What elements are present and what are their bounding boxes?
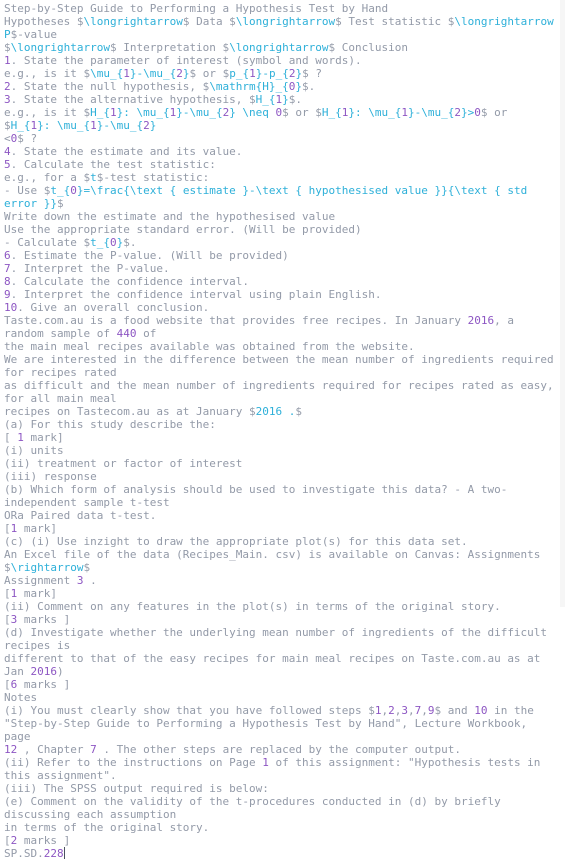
text-cursor [64, 847, 65, 859]
text-line: different to that of the easy recipes fo… [4, 652, 556, 678]
text-line: 6. Estimate the P-value. (Will be provid… [4, 249, 556, 262]
text-line: An Excel file of the data (Recipes_Main.… [4, 548, 556, 574]
text-line: 1. State the parameter of interest (symb… [4, 54, 556, 67]
text-line: (ii) Refer to the instructions on Page 1… [4, 756, 556, 782]
text-line: [2 marks ] [4, 834, 556, 847]
text-line: 10. Give an overall conclusion. [4, 301, 556, 314]
text-line: (iii) The SPSS output required is below: [4, 782, 556, 795]
text-line: 3. State the alternative hypothesis, $H_… [4, 93, 556, 106]
text-line: "Step-by-Step Guide to Performing a Hypo… [4, 717, 556, 743]
text-line: [ 1 mark] [4, 431, 556, 444]
text-line: - Calculate $t_{0}$. [4, 236, 556, 249]
text-line: e.g., for a $t$-test statistic: [4, 171, 556, 184]
text-line: Notes [4, 691, 556, 704]
text-line: [6 marks ] [4, 678, 556, 691]
text-line: (d) Investigate whether the underlying m… [4, 626, 556, 652]
text-line: Use the appropriate standard error. (Wil… [4, 223, 556, 236]
text-line: e.g., is it $H_{1}: \mu_{1}-\mu_{2} \neq… [4, 106, 556, 132]
text-line: (b) Which form of analysis should be use… [4, 483, 556, 509]
text-line: Taste.com.au is a food website that prov… [4, 314, 556, 340]
text-line: 2. State the null hypothesis, $\mathrm{H… [4, 80, 556, 93]
text-line: 7. Interpret the P-value. [4, 262, 556, 275]
text-line: [1 mark] [4, 522, 556, 535]
text-line: (i) units [4, 444, 556, 457]
text-line: (i) You must clearly show that you have … [4, 704, 556, 717]
text-line: (iii) response [4, 470, 556, 483]
text-line: (ii) treatment or factor of interest [4, 457, 556, 470]
text-line: (a) For this study describe the: [4, 418, 556, 431]
text-line: - Use $t_{0}=\frac{\text { estimate }-\t… [4, 184, 556, 210]
text-line: Step-by-Step Guide to Performing a Hypot… [4, 2, 556, 15]
text-line: 9. Interpret the confidence interval usi… [4, 288, 556, 301]
text-line: as difficult and the mean number of ingr… [4, 379, 556, 405]
text-line: 5. Calculate the test statistic: [4, 158, 556, 171]
text-line: [1 mark] [4, 587, 556, 600]
text-line: Write down the estimate and the hypothes… [4, 210, 556, 223]
text-line: ORa Paired data t-test. [4, 509, 556, 522]
text-line: We are interested in the difference betw… [4, 353, 556, 379]
text-line: [3 marks ] [4, 613, 556, 626]
text-line: (c) (i) Use inzight to draw the appropri… [4, 535, 556, 548]
text-line: the main meal recipes available was obta… [4, 340, 556, 353]
text-line: (e) Comment on the validity of the t-pro… [4, 795, 556, 821]
scrollbar[interactable] [560, 0, 565, 607]
document-body: Step-by-Step Guide to Performing a Hypot… [0, 0, 560, 862]
text-line: Hypotheses $\longrightarrow$ Data $\long… [4, 15, 556, 41]
text-line: 4. State the estimate and its value. [4, 145, 556, 158]
text-line: <0$ ? [4, 132, 556, 145]
text-line: SP.SD.228 [4, 847, 556, 860]
text-line: 8. Calculate the confidence interval. [4, 275, 556, 288]
text-line: e.g., is it $\mu_{1}-\mu_{2}$ or $p_{1}-… [4, 67, 556, 80]
text-line: recipes on Tastecom.au as at January $20… [4, 405, 556, 418]
text-line: $\longrightarrow$ Interpretation $\longr… [4, 41, 556, 54]
text-line: 12 , Chapter 7 . The other steps are rep… [4, 743, 556, 756]
text-line: in terms of the original story. [4, 821, 556, 834]
text-line: Assignment 3 . [4, 574, 556, 587]
